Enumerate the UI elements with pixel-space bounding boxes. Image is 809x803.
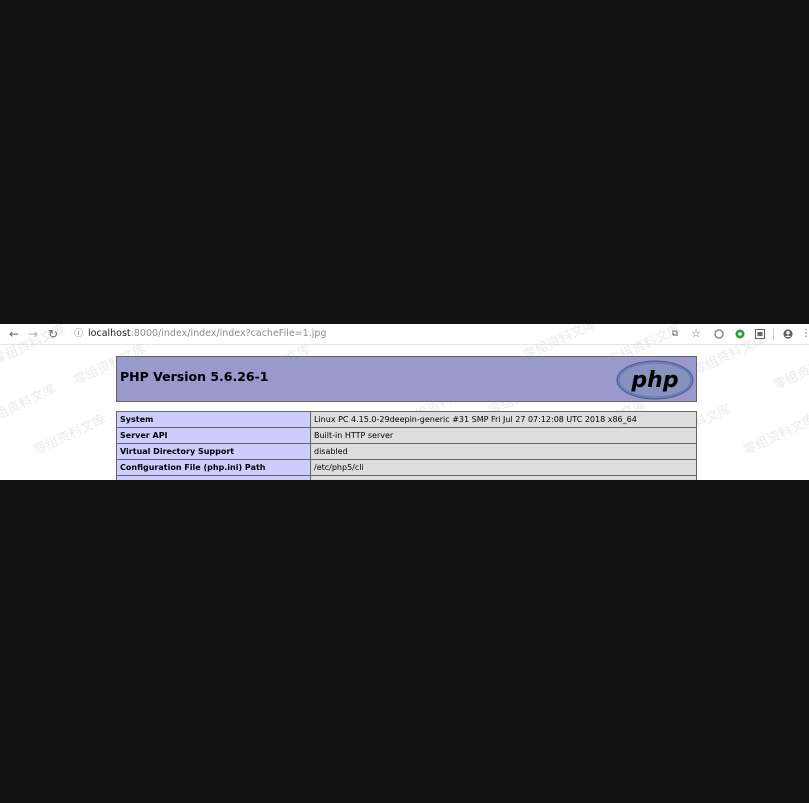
row-label: System [116,411,311,428]
php-version-header: PHP Version 5.6.26-1 php [116,356,697,402]
extension-gear-icon[interactable] [735,329,745,339]
menu-icon[interactable]: ⋮ [801,324,809,344]
row-value: /etc/php5/cli [310,459,697,476]
table-row: Configuration File (php.ini) Path /etc/p… [116,459,697,476]
account-icon[interactable] [783,329,793,339]
table-row: Server API Built-in HTTP server [116,427,697,444]
php-logo[interactable]: php [616,360,694,400]
star-icon[interactable]: ☆ [689,324,703,344]
row-label: Configuration File (php.ini) Path [116,459,311,476]
row-label [116,475,311,480]
watermark: 零组资料文库 [741,412,809,459]
reload-icon[interactable]: ↻ [46,324,60,344]
extension-circle-icon[interactable] [714,329,724,339]
extension-box-icon[interactable] [755,329,765,339]
translate-icon[interactable]: ⧉ [668,324,682,344]
svg-text:php: php [630,368,678,393]
back-arrow-icon[interactable]: ← [7,324,21,344]
watermark: 零组资料文库 [0,382,59,429]
row-value [310,475,697,480]
watermark: 零组资料文库 [771,347,809,394]
row-value: Linux PC 4.15.0-29deepin-generic #31 SMP… [310,411,697,428]
toolbar-divider [773,328,774,340]
url-path: :8000/index/index/index?cacheFile=1.jpg [130,328,327,339]
browser-screenshot: ← → ↻ ⓘ localhost:8000/index/index/index?… [0,324,809,480]
browser-toolbar: ← → ↻ ⓘ localhost:8000/index/index/index?… [0,324,809,345]
url-host: localhost [88,328,131,339]
address-bar[interactable]: ⓘ localhost:8000/index/index/index?cacheF… [74,324,326,344]
watermark: 零组资料文库 [31,412,109,459]
php-info-table: System Linux PC 4.15.0-29deepin-generic … [116,411,697,480]
table-row [116,475,697,480]
page-title: PHP Version 5.6.26-1 [120,369,269,384]
row-label: Virtual Directory Support [116,443,311,460]
info-icon[interactable]: ⓘ [74,329,83,339]
table-row: System Linux PC 4.15.0-29deepin-generic … [116,411,697,428]
forward-arrow-icon[interactable]: → [26,324,40,344]
row-label: Server API [116,427,311,444]
row-value: Built-in HTTP server [310,427,697,444]
row-value: disabled [310,443,697,460]
table-row: Virtual Directory Support disabled [116,443,697,460]
